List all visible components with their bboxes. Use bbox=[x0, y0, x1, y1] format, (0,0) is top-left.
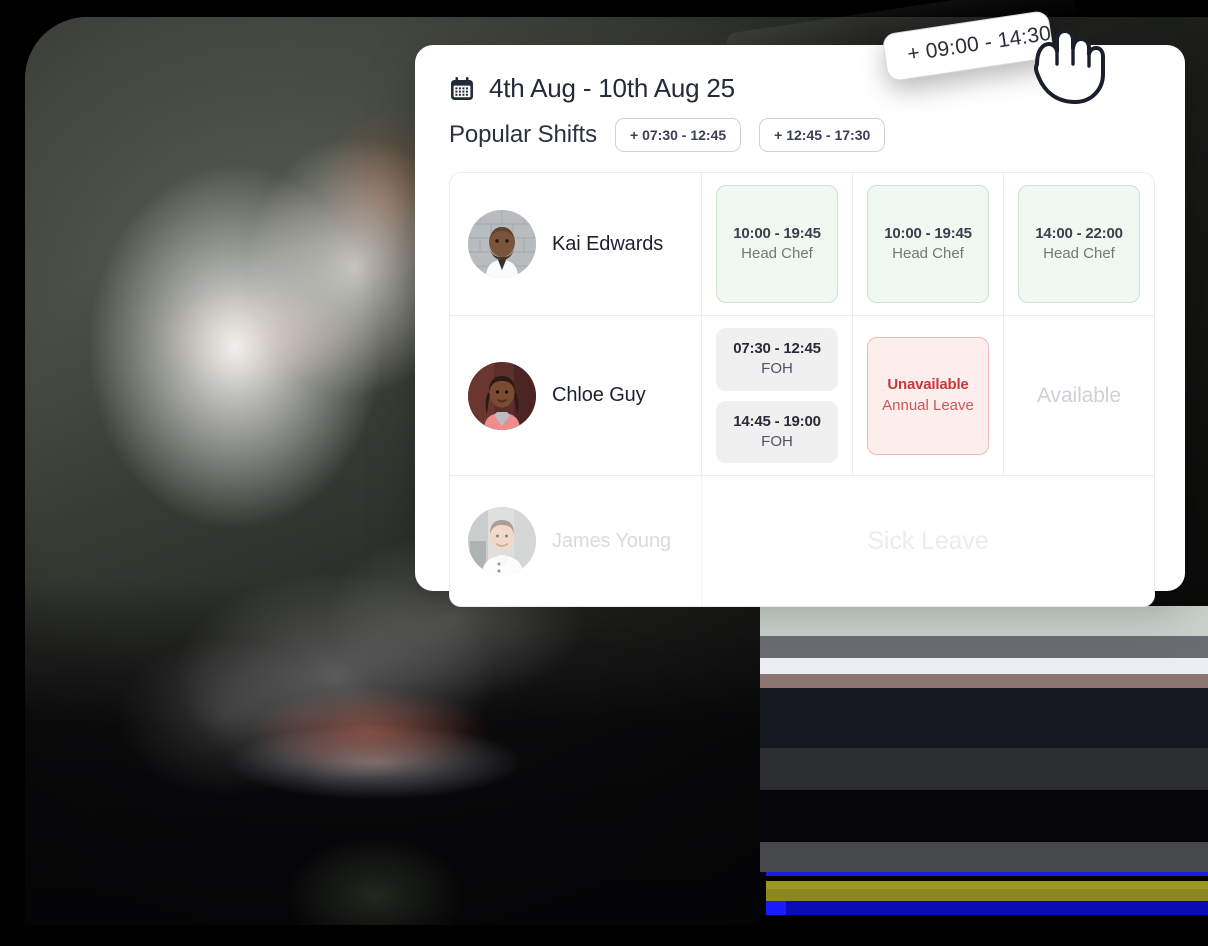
grabbing-hand-cursor bbox=[1027, 20, 1105, 106]
popular-shifts-label: Popular Shifts bbox=[449, 121, 598, 148]
person-cell[interactable]: Chloe Guy bbox=[450, 316, 702, 475]
date-range-title: 4th Aug - 10th Aug 25 bbox=[489, 73, 735, 103]
shift-time: 07:30 - 12:45 bbox=[733, 340, 821, 357]
shift-role: Head Chef bbox=[1043, 245, 1115, 262]
available-placeholder[interactable]: Available bbox=[1018, 384, 1140, 408]
popular-shift-pill-2[interactable]: + 12:45 - 17:30 bbox=[759, 118, 886, 152]
shift-block[interactable]: 14:45 - 19:00 FOH bbox=[716, 400, 838, 463]
schedule-card: 4th Aug - 10th Aug 25 Popular Shifts + 0… bbox=[415, 45, 1185, 607]
shift-role: Head Chef bbox=[892, 245, 964, 262]
unavailable-block[interactable]: Unavailable Annual Leave bbox=[867, 336, 989, 455]
shift-cell-day3[interactable]: Available bbox=[1004, 316, 1154, 475]
calendar-icon bbox=[449, 76, 475, 102]
screen-root: + 09:00 - 14:30 4th Aug - 10th Aug 25 Po… bbox=[0, 0, 1208, 946]
sick-leave-cell[interactable]: Sick Leave bbox=[702, 476, 1154, 606]
table-row: James Young Sick Leave bbox=[450, 476, 1154, 606]
shift-cell-day1[interactable]: 07:30 - 12:45 FOH 14:45 - 19:00 FOH bbox=[702, 316, 853, 475]
table-row: Chloe Guy 07:30 - 12:45 FOH 14:45 - 19:0… bbox=[450, 316, 1154, 476]
shift-time: 10:00 - 19:45 bbox=[884, 224, 972, 242]
shift-block[interactable]: 07:30 - 12:45 FOH bbox=[716, 328, 838, 391]
person-name: Chloe Guy bbox=[552, 384, 646, 406]
person-cell[interactable]: Kai Edwards bbox=[450, 173, 702, 315]
avatar-chloe-guy bbox=[468, 361, 536, 430]
shift-time: 10:00 - 19:45 bbox=[733, 224, 821, 242]
table-row: Kai Edwards 10:00 - 19:45 Head Chef 10:0… bbox=[450, 173, 1154, 316]
schedule-table: Kai Edwards 10:00 - 19:45 Head Chef 10:0… bbox=[449, 172, 1155, 607]
unavailable-label: Unavailable bbox=[887, 376, 969, 394]
shift-block[interactable]: 10:00 - 19:45 Head Chef bbox=[716, 185, 838, 303]
shift-cell-day2[interactable]: Unavailable Annual Leave bbox=[853, 316, 1004, 475]
person-name: Kai Edwards bbox=[552, 232, 664, 255]
person-cell[interactable]: James Young bbox=[450, 476, 702, 606]
shift-role: Head Chef bbox=[741, 245, 813, 262]
popular-shift-pill-1[interactable]: + 07:30 - 12:45 bbox=[615, 118, 742, 152]
avatar-james-young bbox=[468, 507, 536, 575]
popular-shifts-bar: Popular Shifts + 07:30 - 12:45 + 12:45 -… bbox=[449, 118, 1155, 152]
avatar-kai-edwards bbox=[468, 210, 536, 278]
shift-cell-day2[interactable]: 10:00 - 19:45 Head Chef bbox=[853, 173, 1004, 315]
shift-cell-day3[interactable]: 14:00 - 22:00 Head Chef bbox=[1004, 173, 1154, 315]
person-name: James Young bbox=[552, 529, 671, 552]
shift-block[interactable]: 14:00 - 22:00 Head Chef bbox=[1018, 185, 1140, 303]
shift-cell-day1[interactable]: 10:00 - 19:45 Head Chef bbox=[702, 173, 853, 315]
leave-type-label: Annual Leave bbox=[882, 396, 974, 414]
sick-leave-label: Sick Leave bbox=[867, 526, 989, 555]
shift-role: FOH bbox=[761, 432, 793, 450]
shift-time: 14:45 - 19:00 bbox=[733, 412, 821, 430]
shift-role: FOH bbox=[761, 360, 793, 378]
shift-block[interactable]: 10:00 - 19:45 Head Chef bbox=[867, 185, 989, 303]
shift-time: 14:00 - 22:00 bbox=[1035, 224, 1123, 242]
